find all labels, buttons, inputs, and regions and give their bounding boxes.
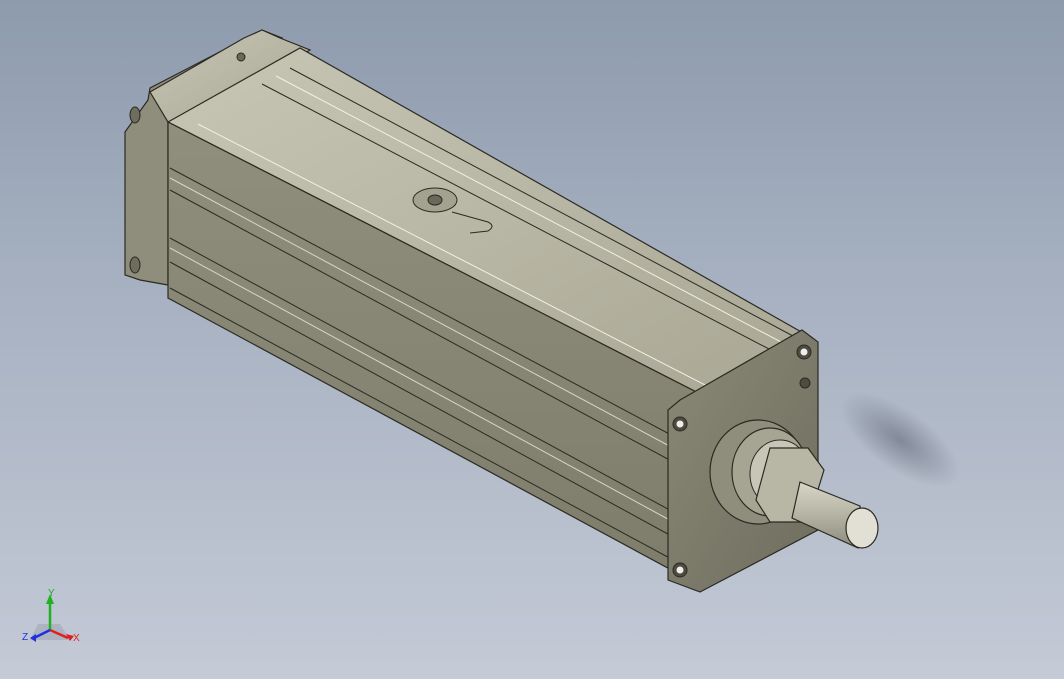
coordinate-triad[interactable]: Y X Z [22,588,80,644]
y-axis-label: Y [48,588,55,599]
cast-shadow [840,392,960,488]
cad-3d-viewport[interactable]: Y X Z [0,0,1064,679]
mounting-hole [236,52,246,62]
x-axis-label: X [73,633,80,644]
rod-end [845,507,879,549]
model-canvas[interactable]: Y X Z [0,0,1064,679]
z-axis-label: Z [22,632,28,643]
corner-bolt-hole [799,377,811,389]
piston-rod [791,481,879,549]
